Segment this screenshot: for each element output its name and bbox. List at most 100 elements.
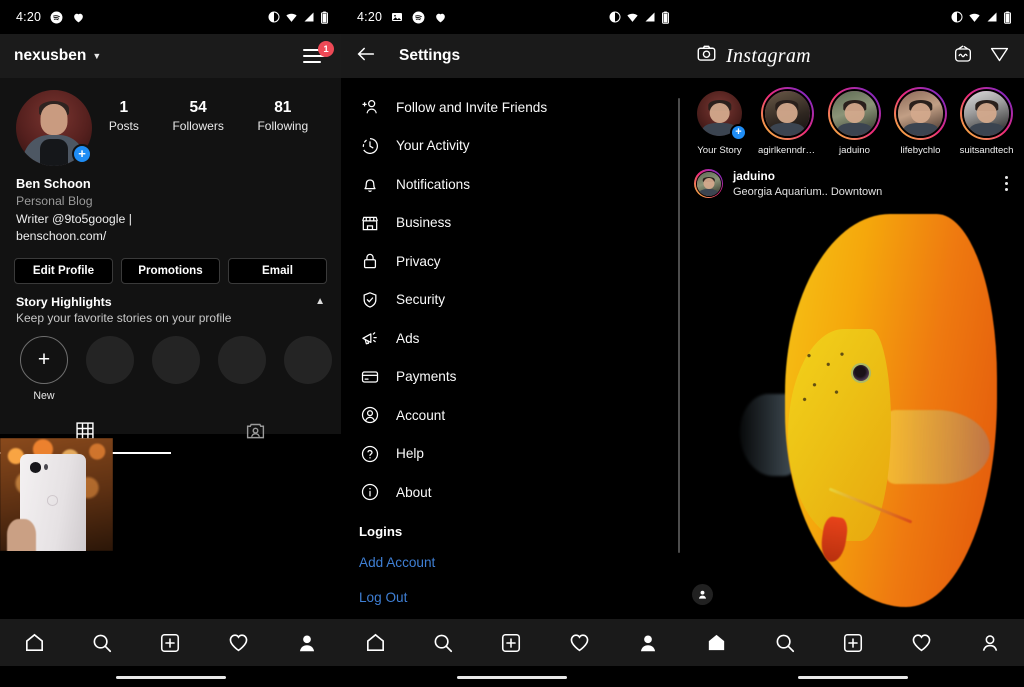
scrollbar[interactable] [678,98,680,553]
page-title: Settings [399,47,461,64]
story-item[interactable]: jaduino [827,87,882,156]
highlight-placeholder[interactable] [152,335,200,384]
settings-item-follow-invite[interactable]: Follow and Invite Friends [341,88,682,127]
stat-following[interactable]: 81 Following [257,98,308,133]
post-author-info: jaduino Georgia Aquarium.. Downtown [733,169,1005,199]
settings-item-label: Payments [396,369,457,385]
settings-item-your-activity[interactable]: Your Activity [341,127,682,166]
nav-activity[interactable] [901,623,941,663]
settings-item-business[interactable]: Business [341,204,682,243]
menu-badge: 1 [318,41,334,57]
post-image[interactable] [682,205,1024,615]
stat-posts[interactable]: 1 Posts [109,98,139,133]
username-dropdown[interactable]: nexusben ▼ [14,47,101,65]
grid-photo-item[interactable] [0,438,113,551]
wifi-icon [968,11,981,24]
spotify-icon [50,11,63,24]
settings-item-label: Security [396,292,446,308]
settings-item-security[interactable]: Security [341,281,682,320]
arrow-left-icon[interactable] [355,43,377,70]
nav-search[interactable] [82,623,122,663]
shield-check-icon [359,289,380,310]
story-highlights-title: Story Highlights [16,294,112,309]
highlight-placeholder[interactable] [284,335,332,384]
nav-add[interactable] [150,623,190,663]
status-bar-right [951,11,1012,24]
wifi-icon [626,11,639,24]
nav-profile[interactable] [628,623,668,663]
tagged-people-icon[interactable] [692,583,713,605]
profile-action-buttons: Edit Profile Promotions Email [0,246,341,284]
app-title: Instagram [726,44,811,67]
story-avatar-ring: + [693,87,747,141]
settings-item-label: Your Activity [396,138,470,154]
edit-profile-button[interactable]: Edit Profile [14,257,113,284]
settings-item-privacy[interactable]: Privacy [341,242,682,281]
highlight-placeholder[interactable] [218,335,266,384]
settings-item-help[interactable]: Help [341,435,682,474]
status-time: 4:20 [357,10,383,24]
settings-screen: 4:20 Settings Follow and Invite Friends … [341,0,682,687]
camera-icon[interactable] [696,43,717,69]
nav-activity[interactable] [219,623,259,663]
log-out-link[interactable]: Log Out [341,580,682,615]
highlight-new[interactable]: + New [20,335,68,402]
story-item[interactable]: agirlkenndre... [758,87,816,156]
post-location[interactable]: Georgia Aquarium.. Downtown [733,185,1005,199]
highlight-placeholder[interactable] [86,335,134,384]
hamburger-menu-button[interactable]: 1 [303,41,334,66]
add-story-plus-icon[interactable]: + [72,144,92,164]
nav-add[interactable] [491,623,531,663]
avatar-wrapper[interactable]: + [16,90,92,166]
story-item[interactable]: lifebychlo [893,87,948,156]
story-avatar-ring [828,87,881,140]
more-options-icon[interactable] [1005,176,1012,192]
stat-followers[interactable]: 54 Followers [172,98,223,133]
plus-icon: + [20,335,68,384]
email-button[interactable]: Email [228,257,327,284]
settings-list: Follow and Invite Friends Your Activity … [341,78,682,615]
status-bar-right [268,11,329,24]
nav-search[interactable] [423,623,463,663]
nav-home[interactable] [14,623,54,663]
tab-tagged[interactable] [171,414,342,454]
three-phone-screenshots: 4:20 nexusben ▼ 1 + 1 Posts 54 Followers… [0,0,1024,687]
status-bar-left: 4:20 [16,10,85,24]
status-bar-right [609,11,670,24]
settings-item-account[interactable]: Account [341,396,682,435]
paper-plane-icon[interactable] [989,43,1010,69]
nav-search[interactable] [765,623,805,663]
settings-item-label: Follow and Invite Friends [396,99,548,115]
stat-value: 1 [119,99,129,116]
igtv-icon[interactable] [953,44,973,69]
profile-stats: 1 Posts 54 Followers 81 Following [92,90,325,133]
profile-bio: Ben Schoon Personal Blog Writer @9to5goo… [0,166,341,246]
nav-profile[interactable] [287,623,327,663]
bio-line-1: Writer @9to5google | [16,211,132,226]
story-avatar-ring [960,87,1013,140]
story-item[interactable]: suitsandtech [959,87,1014,156]
add-story-plus-icon[interactable]: + [730,124,747,141]
bio-display-name: Ben Schoon [16,176,91,191]
gesture-bar [798,676,908,679]
story-label: jaduino [839,145,870,156]
settings-item-notifications[interactable]: Notifications [341,165,682,204]
stat-value: 54 [189,99,207,116]
nav-home[interactable] [696,623,736,663]
post-username[interactable]: jaduino [733,169,1005,185]
settings-item-payments[interactable]: Payments [341,358,682,397]
nav-profile[interactable] [970,623,1010,663]
chevron-up-icon[interactable]: ▲ [315,296,325,307]
story-your-story[interactable]: + Your Story [692,87,747,156]
add-account-link[interactable]: Add Account [341,545,682,580]
post-author-avatar[interactable] [694,169,723,199]
nav-activity[interactable] [560,623,600,663]
settings-item-about[interactable]: About [341,473,682,512]
nav-add[interactable] [833,623,873,663]
settings-appbar: Settings [341,34,682,78]
settings-item-ads[interactable]: Ads [341,319,682,358]
promotions-button[interactable]: Promotions [121,257,220,284]
story-avatar [962,89,1011,138]
nav-home[interactable] [355,623,395,663]
status-bar: 4:20 [0,0,341,34]
